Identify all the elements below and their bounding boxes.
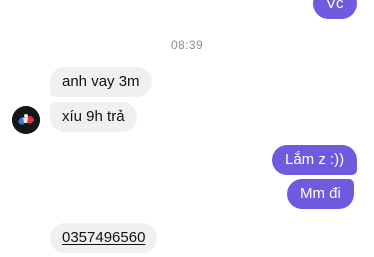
message-bubble-outgoing[interactable]: Vc bbox=[313, 0, 357, 19]
message-text: anh vay 3m bbox=[62, 73, 140, 90]
message-text: Mm đi bbox=[300, 185, 341, 202]
message-timestamp: 08:39 bbox=[170, 38, 204, 52]
message-bubble-incoming[interactable]: xíu 9h trả bbox=[50, 102, 137, 132]
message-bubble-outgoing[interactable]: Lắm z :)) bbox=[272, 145, 358, 175]
message-bubble-incoming[interactable]: 0357496560 bbox=[50, 223, 158, 253]
message-bubble-outgoing[interactable]: Mm đi bbox=[287, 179, 354, 209]
message-text: Vc bbox=[326, 0, 344, 12]
phone-number-link[interactable]: 0357496560 bbox=[62, 229, 145, 246]
message-text: Lắm z :)) bbox=[285, 151, 345, 168]
avatar-icon bbox=[12, 106, 40, 134]
message-bubble-incoming[interactable]: anh vay 3m bbox=[50, 67, 152, 97]
sender-avatar[interactable] bbox=[12, 106, 40, 134]
message-text: xíu 9h trả bbox=[62, 108, 125, 125]
